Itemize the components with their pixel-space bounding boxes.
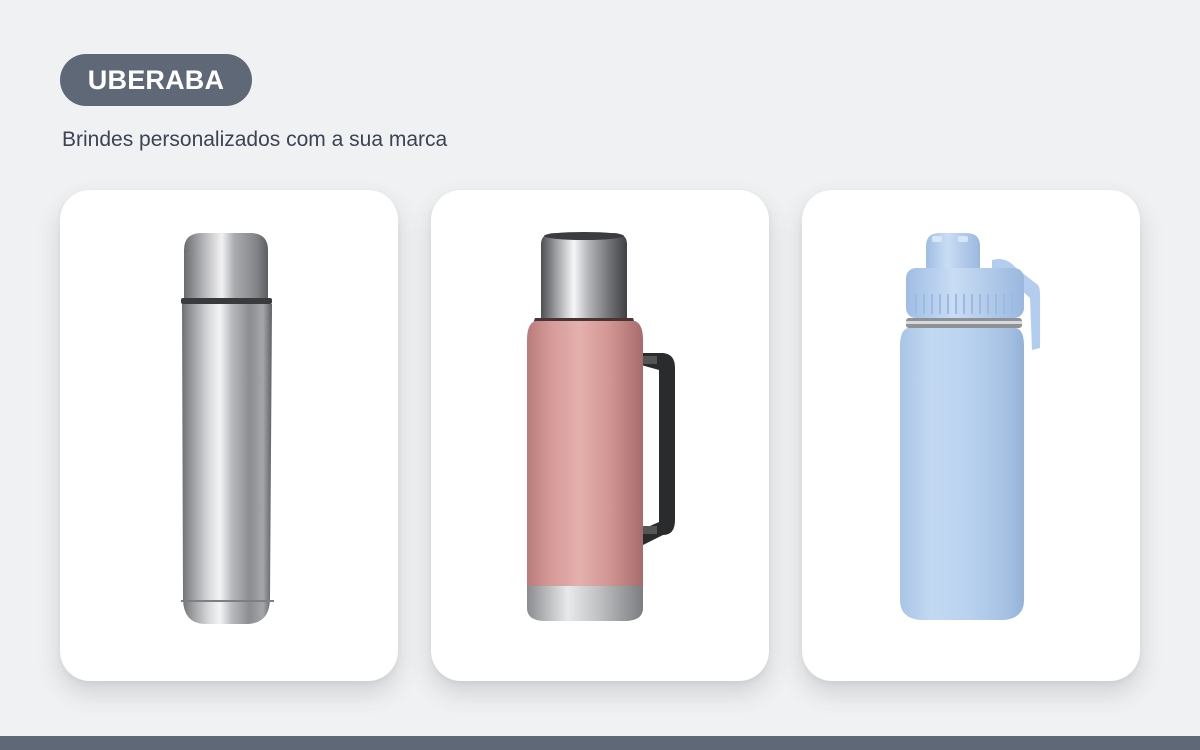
product-card[interactable] (60, 190, 398, 681)
product-card[interactable] (431, 190, 769, 681)
city-name: UBERABA (87, 64, 225, 95)
city-badge: UBERABA (60, 54, 252, 106)
rose-thermos-image (527, 232, 675, 621)
footer-bar (0, 736, 1200, 750)
product-card[interactable] (802, 190, 1140, 681)
steel-thermos-image (181, 233, 274, 624)
blue-bottle-image (900, 233, 1040, 620)
page-subtitle: Brindes personalizados com a sua marca (62, 128, 448, 151)
